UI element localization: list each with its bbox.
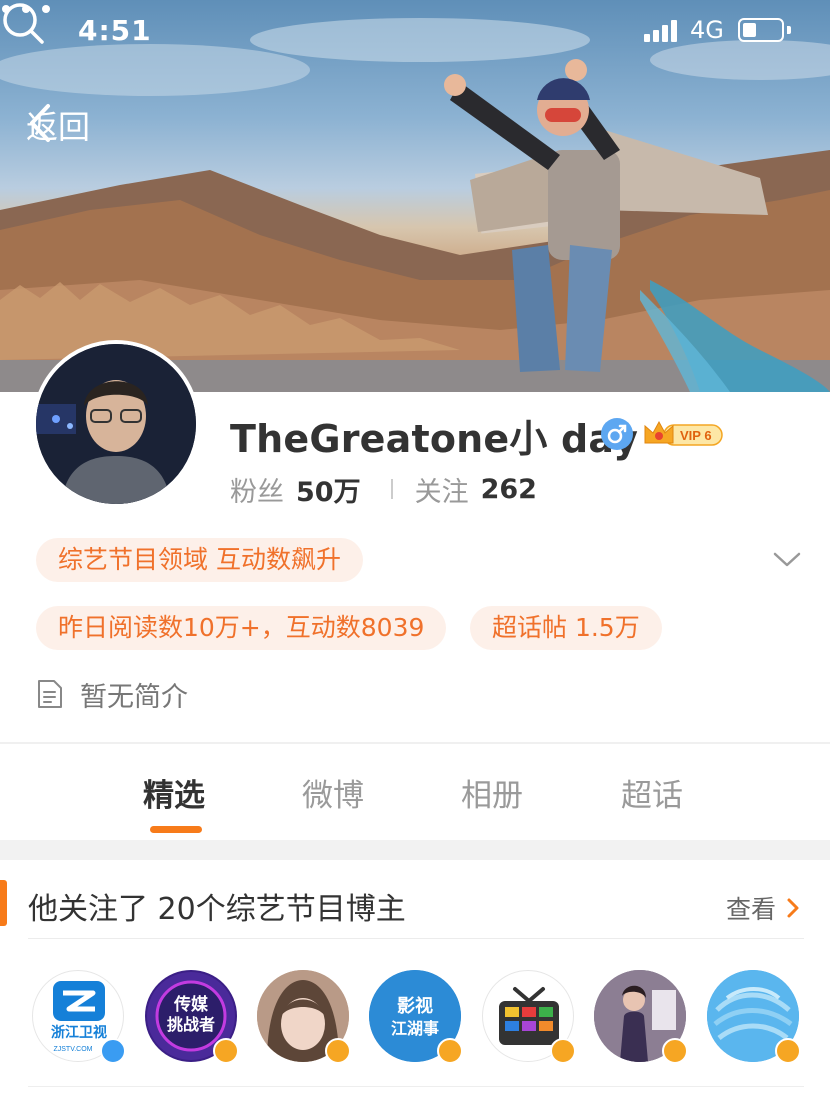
bio-text: 暂无简介 — [80, 681, 188, 713]
verified-orange-icon — [662, 1038, 688, 1064]
tag-domain-trend[interactable]: 综艺节目领域 互动数飙升 — [36, 538, 363, 582]
profile-name: TheGreatone小 day — [230, 417, 639, 461]
verified-orange-icon — [325, 1038, 351, 1064]
status-time: 4:51 — [78, 14, 152, 47]
more-icon[interactable] — [0, 0, 52, 18]
avatar-photo — [36, 344, 196, 504]
status-bar: 4:51 4G — [0, 0, 830, 64]
media-challenger-line1: 传媒 — [173, 994, 209, 1015]
active-tab-indicator — [150, 826, 202, 833]
verified-orange-icon — [550, 1038, 576, 1064]
following-label[interactable]: 关注 — [415, 470, 469, 509]
followed-avatar-film-jianghu[interactable]: 影视 江湖事 — [369, 970, 463, 1064]
zhejiang-tv-url: ZJSTV.COM — [53, 1046, 92, 1053]
followed-avatar-blue-swirl[interactable] — [707, 970, 801, 1064]
bio: 暂无简介 — [36, 674, 188, 714]
tag-reading-stats[interactable]: 昨日阅读数10万+，互动数8039 — [36, 606, 447, 650]
vip-label: VIP 6 — [680, 428, 712, 443]
followed-avatar-tv[interactable] — [482, 970, 576, 1064]
cover-image: 4:51 4G 返回 — [0, 0, 830, 392]
followed-avatar-zhejiang-tv[interactable]: 浙江卫视 ZJSTV.COM — [32, 970, 126, 1064]
film-jianghu-line2: 江湖事 — [391, 1019, 439, 1038]
tab-weibo[interactable]: 微博 — [302, 770, 364, 815]
chevron-down-icon[interactable] — [772, 548, 802, 570]
tab-featured[interactable]: 精选 — [143, 770, 205, 815]
document-icon — [38, 680, 62, 708]
verified-orange-icon — [775, 1038, 801, 1064]
stats-divider — [390, 479, 393, 499]
section-divider — [28, 938, 804, 939]
followed-avatar-woman-2[interactable] — [594, 970, 688, 1064]
tabs-divider — [0, 742, 830, 744]
bottom-divider — [28, 1086, 804, 1087]
male-icon — [601, 418, 633, 450]
media-challenger-line2: 挑战者 — [167, 1015, 215, 1034]
battery-tip — [787, 26, 791, 34]
section-gap — [0, 840, 830, 860]
followed-avatar-woman-1[interactable] — [257, 970, 351, 1064]
view-more-label: 查看 — [726, 895, 777, 924]
zhejiang-tv-name: 浙江卫视 — [51, 1024, 107, 1041]
network-label: 4G — [690, 16, 724, 44]
chevron-right-icon — [787, 898, 799, 918]
tab-super-topic[interactable]: 超话 — [621, 770, 683, 815]
tab-album[interactable]: 相册 — [461, 770, 523, 815]
profile-avatar[interactable] — [32, 340, 200, 508]
section-accent-bar — [0, 880, 7, 926]
film-jianghu-line1: 影视 — [397, 995, 433, 1017]
view-more-button[interactable]: 查看 — [726, 890, 800, 926]
signal-icon — [644, 20, 680, 42]
tag-super-topic[interactable]: 超话帖 1.5万 — [470, 606, 662, 650]
followers-label[interactable]: 粉丝 — [230, 470, 284, 509]
back-button[interactable]: 返回 — [24, 100, 90, 150]
followed-avatar-media-challenger[interactable]: 传媒 挑战者 — [145, 970, 239, 1064]
verified-orange-icon — [213, 1038, 239, 1064]
chevron-left-icon — [30, 104, 50, 142]
section-title: 他关注了 20个综艺节目博主 — [28, 892, 406, 927]
verified-orange-icon — [437, 1038, 463, 1064]
crown-icon: VIP 6 — [644, 420, 723, 446]
battery-icon — [738, 18, 784, 42]
vip-badge[interactable]: VIP 6 — [642, 416, 724, 450]
verified-blue-icon — [100, 1038, 126, 1064]
battery-level — [743, 23, 756, 37]
followers-count[interactable]: 50万 — [296, 470, 361, 509]
profile-stats: 粉丝 50万 关注 262 — [230, 470, 537, 509]
following-count[interactable]: 262 — [481, 474, 537, 505]
